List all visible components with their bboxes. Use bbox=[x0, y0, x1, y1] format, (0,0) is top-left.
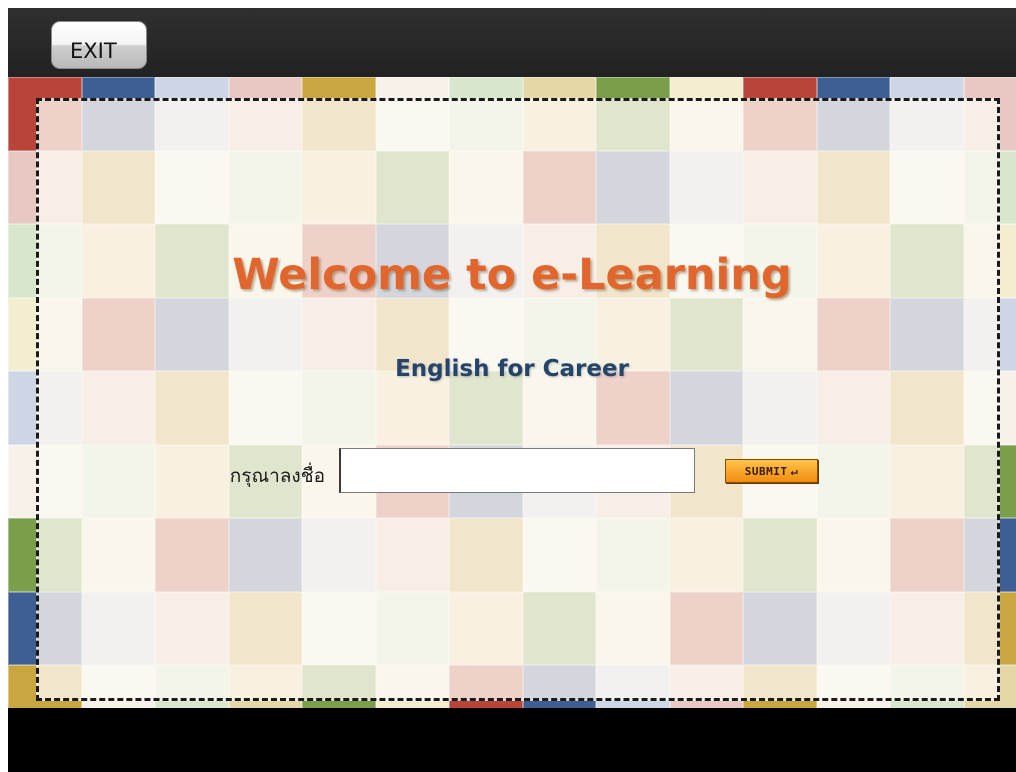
login-card bbox=[36, 98, 1000, 701]
submit-button[interactable]: SUBMIT ↵ bbox=[725, 459, 818, 483]
name-input[interactable] bbox=[339, 448, 695, 493]
name-label: กรุณาลงชื่อ bbox=[229, 465, 325, 487]
login-stage bbox=[8, 77, 1016, 708]
submit-label: SUBMIT bbox=[744, 465, 788, 478]
course-subtitle: English for Career bbox=[395, 356, 629, 382]
app-frame: EXIT Welcome to e-Learning English for C… bbox=[8, 8, 1016, 772]
exit-button[interactable]: EXIT bbox=[51, 21, 147, 69]
enter-arrow-icon: ↵ bbox=[790, 464, 799, 478]
welcome-title: Welcome to e-Learning bbox=[232, 250, 792, 300]
top-bar: EXIT bbox=[8, 8, 1016, 77]
